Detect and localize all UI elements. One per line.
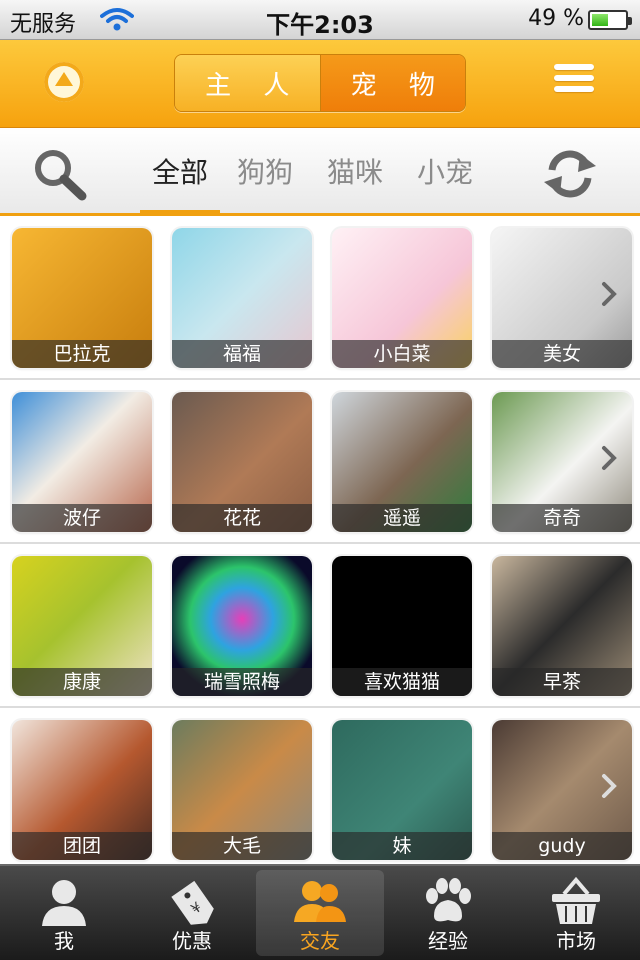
pet-card[interactable]: 巴拉克 <box>12 228 152 368</box>
pet-name: 大毛 <box>172 832 312 860</box>
tab-me[interactable]: 我 <box>0 866 128 960</box>
tab-small-pets[interactable]: 小宠 <box>400 128 490 213</box>
pet-name: 团团 <box>12 832 152 860</box>
pet-name: 波仔 <box>12 504 152 532</box>
tab-all[interactable]: 全部 <box>140 128 220 216</box>
tab-experience[interactable]: 经验 <box>384 866 512 960</box>
pet-card[interactable]: 花花 <box>172 392 312 532</box>
tab-discounts[interactable]: ¥ 优惠 <box>128 866 256 960</box>
refresh-icon[interactable] <box>538 144 602 204</box>
pet-name: 妹 <box>332 832 472 860</box>
segment-owner[interactable]: 主 人 <box>175 55 321 111</box>
battery-icon <box>588 10 632 30</box>
tab-cats[interactable]: 猫咪 <box>310 128 400 213</box>
grid-row: 巴拉克 福福 小白菜 美女 <box>0 216 640 380</box>
pet-grid: 巴拉克 福福 小白菜 美女 波仔 花花 遥遥 奇奇 康康 瑞雪照梅 喜欢猫猫 早… <box>0 216 640 872</box>
scroll-top-button[interactable] <box>44 62 84 102</box>
tab-friends[interactable]: 交友 <box>256 870 384 956</box>
pet-name: 花花 <box>172 504 312 532</box>
pet-card[interactable]: 福福 <box>172 228 312 368</box>
app-header: 主 人 宠 物 <box>0 40 640 128</box>
pet-name: 喜欢猫猫 <box>332 668 472 696</box>
pet-card[interactable]: 瑞雪照梅 <box>172 556 312 696</box>
tab-market[interactable]: 市场 <box>512 866 640 960</box>
tab-label: 交友 <box>300 929 340 953</box>
bottom-tab-bar: 我 ¥ 优惠 交友 经验 市场 <box>0 864 640 960</box>
grid-row: 团团 大毛 妹 gudy <box>0 708 640 872</box>
tab-label: 优惠 <box>172 929 212 953</box>
wifi-icon <box>100 8 134 31</box>
discount-tag-icon: ¥ <box>171 880 214 925</box>
menu-button[interactable] <box>554 64 594 100</box>
up-arrow-icon <box>55 72 73 86</box>
pet-card[interactable]: 大毛 <box>172 720 312 860</box>
pet-name: 巴拉克 <box>12 340 152 368</box>
search-icon[interactable] <box>30 146 90 202</box>
menu-line <box>554 86 594 92</box>
pet-name: 早茶 <box>492 668 632 696</box>
pet-name: 小白菜 <box>332 340 472 368</box>
tab-label: 市场 <box>556 929 596 953</box>
grid-row: 康康 瑞雪照梅 喜欢猫猫 早茶 <box>0 544 640 708</box>
pet-name: 福福 <box>172 340 312 368</box>
tab-label: 经验 <box>428 929 468 953</box>
tab-label: 我 <box>54 929 74 953</box>
pet-card[interactable]: 妹 <box>332 720 472 860</box>
person-icon <box>42 880 86 926</box>
category-tabs: 全部 狗狗 猫咪 小宠 <box>140 128 490 216</box>
segment-pet[interactable]: 宠 物 <box>320 55 465 111</box>
pet-name: 奇奇 <box>492 504 632 532</box>
menu-line <box>554 64 594 70</box>
pet-card[interactable]: 团团 <box>12 720 152 860</box>
pet-card[interactable]: 喜欢猫猫 <box>332 556 472 696</box>
basket-icon <box>552 876 600 924</box>
pet-card[interactable]: 波仔 <box>12 392 152 532</box>
chevron-right-icon[interactable] <box>600 280 618 308</box>
status-bar: 无服务 下午2:03 49 % <box>0 0 640 40</box>
category-bar: 全部 狗狗 猫咪 小宠 <box>0 128 640 216</box>
pet-card[interactable]: 早茶 <box>492 556 632 696</box>
grid-row: 波仔 花花 遥遥 奇奇 <box>0 380 640 544</box>
chevron-right-icon[interactable] <box>600 772 618 800</box>
menu-line <box>554 75 594 81</box>
pet-card[interactable]: 小白菜 <box>332 228 472 368</box>
pet-name: 遥遥 <box>332 504 472 532</box>
pet-card[interactable]: 康康 <box>12 556 152 696</box>
battery-percent: 49 % <box>528 6 584 31</box>
pet-name: 瑞雪照梅 <box>172 668 312 696</box>
pet-name: 康康 <box>12 668 152 696</box>
chevron-right-icon[interactable] <box>600 444 618 472</box>
pet-card[interactable]: 遥遥 <box>332 392 472 532</box>
pet-name: 美女 <box>492 340 632 368</box>
friends-icon <box>294 881 346 922</box>
tab-dogs[interactable]: 狗狗 <box>220 128 310 213</box>
carrier-text: 无服务 <box>10 12 77 37</box>
owner-pet-segmented-control: 主 人 宠 物 <box>174 54 466 112</box>
paw-icon <box>426 878 471 922</box>
pet-name: gudy <box>492 832 632 860</box>
